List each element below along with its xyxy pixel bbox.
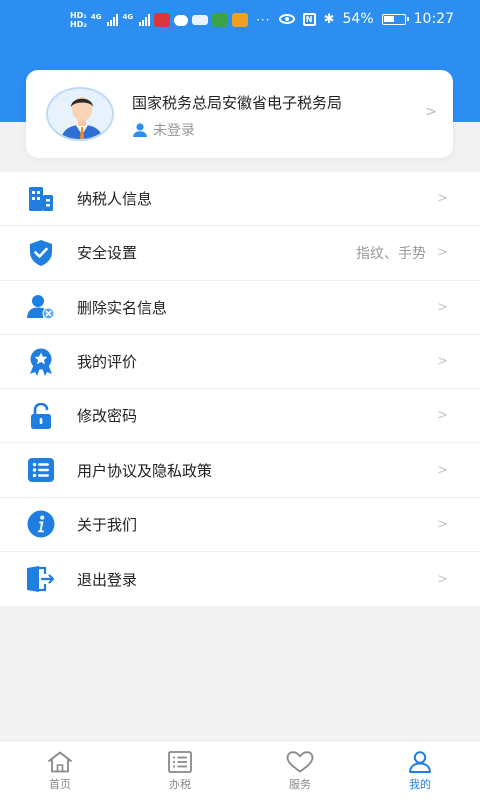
user-icon	[133, 123, 147, 137]
battery-fill	[383, 15, 394, 22]
chevron-right-icon: >	[437, 354, 448, 370]
menu-label: 安全设置	[77, 244, 138, 263]
logout-icon	[27, 565, 55, 593]
profile-card[interactable]: 国家税务总局安徽省电子税务局 未登录 >	[26, 70, 453, 158]
menu-label: 退出登录	[77, 570, 138, 589]
menu-label: 用户协议及隐私政策	[77, 461, 213, 480]
chat-notification-icon	[174, 14, 189, 26]
chevron-right-icon: >	[437, 571, 448, 587]
user-remove-icon	[27, 293, 55, 321]
chevron-right-icon: >	[425, 104, 437, 120]
tab-mine[interactable]: 我的	[360, 741, 480, 800]
menu-item-privacy-policy[interactable]: 用户协议及隐私政策 >	[0, 443, 480, 498]
clock: 10:27	[413, 11, 454, 27]
security-methods-value: 指纹、手势	[356, 245, 426, 262]
app-notification-icon-2	[192, 15, 209, 25]
info-icon	[27, 510, 55, 538]
list-icon	[27, 456, 55, 484]
menu-label: 删除实名信息	[77, 298, 168, 317]
tab-label: 我的	[409, 778, 431, 791]
bluetooth-icon: ✱	[323, 11, 335, 27]
menu-label: 关于我们	[77, 515, 138, 534]
menu-item-logout[interactable]: 退出登录 >	[0, 552, 480, 606]
tab-services[interactable]: 服务	[240, 741, 360, 800]
status-left-icons: HD₁ HD₂ 4G 4G ···	[70, 11, 271, 29]
settings-menu: 纳税人信息 > 安全设置 指纹、手势 > 删除实名信息 > 我的评价 > 修改密…	[0, 172, 480, 607]
list-icon	[168, 751, 192, 773]
eye-comfort-icon	[278, 14, 295, 24]
tab-label: 服务	[289, 778, 311, 791]
menu-item-taxpayer-info[interactable]: 纳税人信息 >	[0, 172, 480, 227]
menu-item-change-password[interactable]: 修改密码 >	[0, 389, 480, 444]
chevron-right-icon: >	[437, 245, 448, 261]
chevron-right-icon: >	[437, 408, 448, 424]
app-notification-icon-3	[212, 13, 229, 27]
signal-4g-icon: 4G	[90, 13, 102, 21]
login-status-text: 未登录	[153, 123, 195, 139]
lock-icon	[27, 402, 55, 430]
hd-volte-icon: HD₁ HD₂	[70, 11, 87, 29]
signal-4g-icon-2: 4G	[122, 13, 134, 21]
menu-item-my-reviews[interactable]: 我的评价 >	[0, 335, 480, 390]
status-bar: HD₁ HD₂ 4G 4G ··· N ✱ 54% 10:27	[0, 0, 480, 40]
battery-percent: 54%	[342, 11, 374, 27]
heart-icon	[286, 751, 314, 773]
menu-label: 我的评价	[77, 353, 138, 372]
chevron-right-icon: >	[437, 462, 448, 478]
user-avatar-icon	[46, 87, 114, 141]
menu-item-about-us[interactable]: 关于我们 >	[0, 498, 480, 553]
app-notification-icon-4	[232, 13, 249, 27]
tab-home[interactable]: 首页	[0, 741, 120, 800]
app-notification-icon	[154, 13, 171, 27]
bottom-tab-bar: 首页 办税 服务 我的	[0, 740, 480, 800]
menu-item-delete-realname[interactable]: 删除实名信息 >	[0, 281, 480, 335]
menu-label: 纳税人信息	[77, 190, 153, 209]
status-right-icons: N ✱ 54% 10:27	[278, 11, 454, 27]
chevron-right-icon: >	[437, 516, 448, 532]
tab-label: 首页	[49, 778, 71, 791]
menu-label: 修改密码	[77, 407, 138, 426]
tab-tax-service[interactable]: 办税	[120, 741, 240, 800]
nfc-icon: N	[302, 12, 316, 26]
chevron-right-icon: >	[437, 299, 448, 315]
profile-org-name: 国家税务总局安徽省电子税务局	[132, 94, 343, 112]
signal-strength-icon	[107, 14, 119, 26]
star-badge-icon	[27, 348, 55, 376]
chevron-right-icon: >	[437, 191, 448, 207]
shield-check-icon	[27, 239, 55, 267]
home-icon	[48, 751, 72, 773]
battery-icon	[381, 13, 409, 25]
signal-strength-icon-2	[139, 14, 151, 26]
building-icon	[27, 185, 55, 213]
person-icon	[409, 751, 431, 773]
menu-item-security-settings[interactable]: 安全设置 指纹、手势 >	[0, 226, 480, 281]
login-status[interactable]: 未登录	[132, 120, 195, 140]
more-notifications-icon: ···	[256, 13, 271, 27]
tab-label: 办税	[169, 778, 191, 791]
